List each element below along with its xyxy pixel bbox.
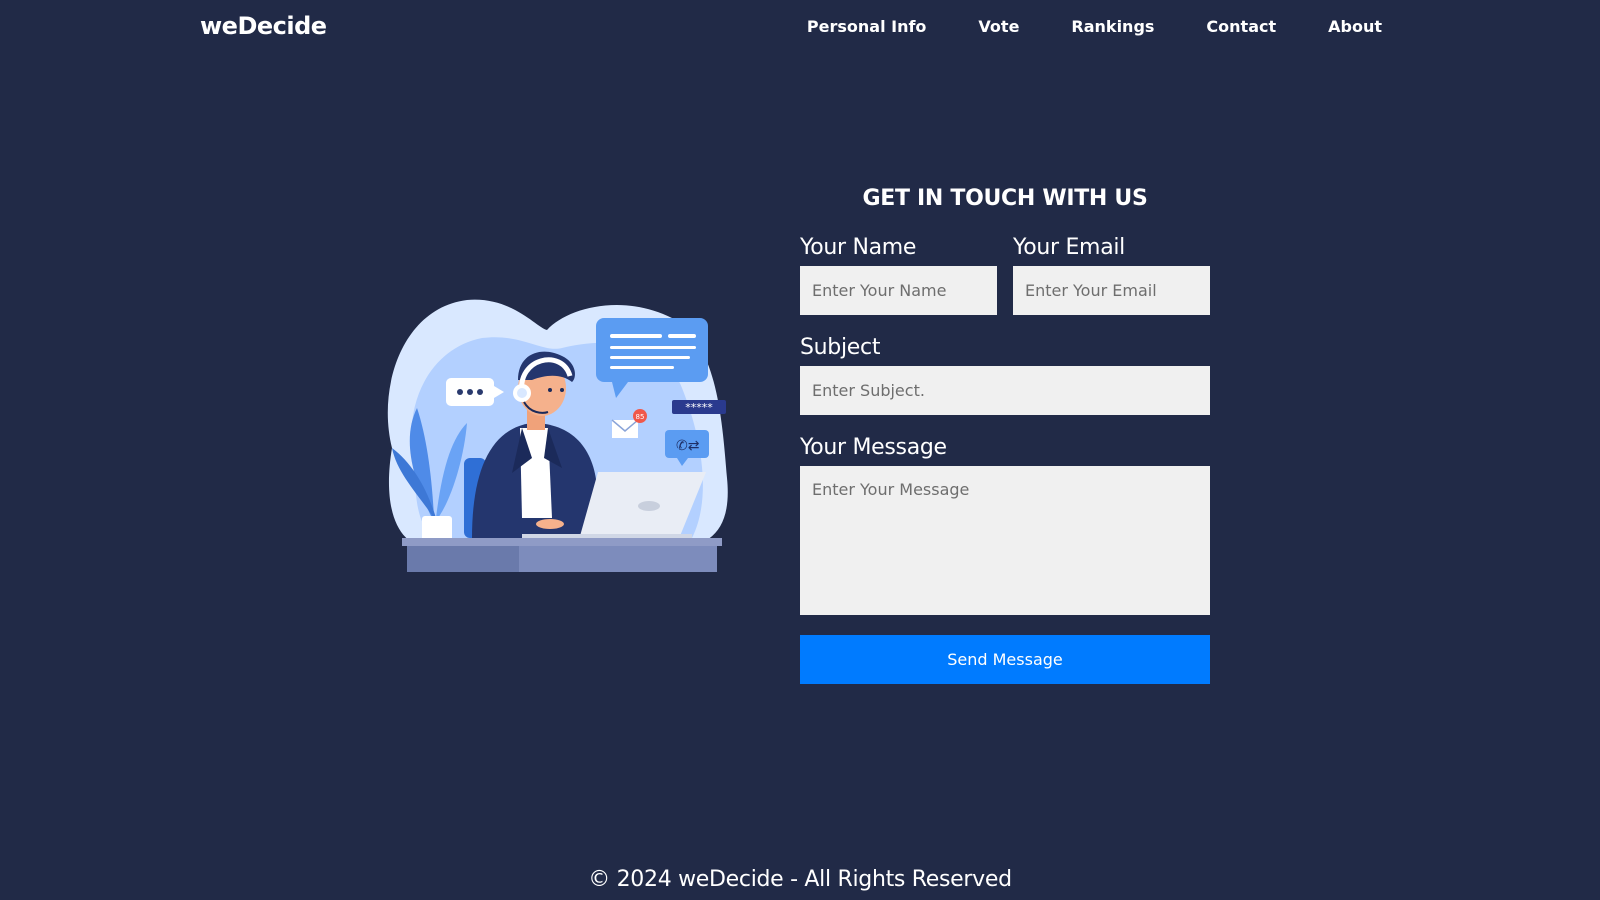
send-message-button[interactable]: Send Message bbox=[800, 635, 1210, 684]
svg-text:✆⇄: ✆⇄ bbox=[676, 438, 700, 454]
email-input[interactable] bbox=[1013, 266, 1210, 315]
nav-links: Personal Info Vote Rankings Contact Abou… bbox=[755, 17, 1382, 36]
subject-input[interactable] bbox=[800, 366, 1210, 415]
nav-link-contact[interactable]: Contact bbox=[1206, 17, 1276, 36]
email-field-group: Your Email bbox=[1013, 235, 1210, 315]
email-label: Your Email bbox=[1013, 235, 1125, 260]
name-field-group: Your Name bbox=[800, 235, 997, 315]
nav-link-about[interactable]: About bbox=[1328, 17, 1382, 36]
message-field-group: Your Message bbox=[800, 435, 1210, 615]
name-input[interactable] bbox=[800, 266, 997, 315]
nav-link-rankings[interactable]: Rankings bbox=[1071, 17, 1154, 36]
contact-form: GET IN TOUCH WITH US Your Name Your Emai… bbox=[800, 186, 1210, 684]
email-badge-count: 85 bbox=[636, 413, 645, 421]
message-label: Your Message bbox=[800, 435, 947, 460]
navbar: weDecide Personal Info Vote Rankings Con… bbox=[0, 0, 1600, 56]
support-agent-icon: ***** 85 ✆⇄ bbox=[387, 299, 728, 572]
name-label: Your Name bbox=[800, 235, 917, 260]
subject-field-group: Subject bbox=[800, 335, 1210, 415]
nav-link-vote[interactable]: Vote bbox=[978, 17, 1019, 36]
message-textarea[interactable] bbox=[800, 466, 1210, 615]
form-title: GET IN TOUCH WITH US bbox=[862, 186, 1148, 211]
brand-logo[interactable]: weDecide bbox=[200, 12, 327, 40]
customer-support-illustration: ***** 85 ✆⇄ bbox=[372, 298, 742, 578]
name-email-row: Your Name Your Email bbox=[800, 235, 1210, 335]
nav-link-personal-info[interactable]: Personal Info bbox=[807, 17, 927, 36]
footer-copyright: © 2024 weDecide - All Rights Reserved bbox=[588, 867, 1012, 892]
password-mask-text: ***** bbox=[685, 401, 713, 414]
subject-label: Subject bbox=[800, 335, 881, 360]
